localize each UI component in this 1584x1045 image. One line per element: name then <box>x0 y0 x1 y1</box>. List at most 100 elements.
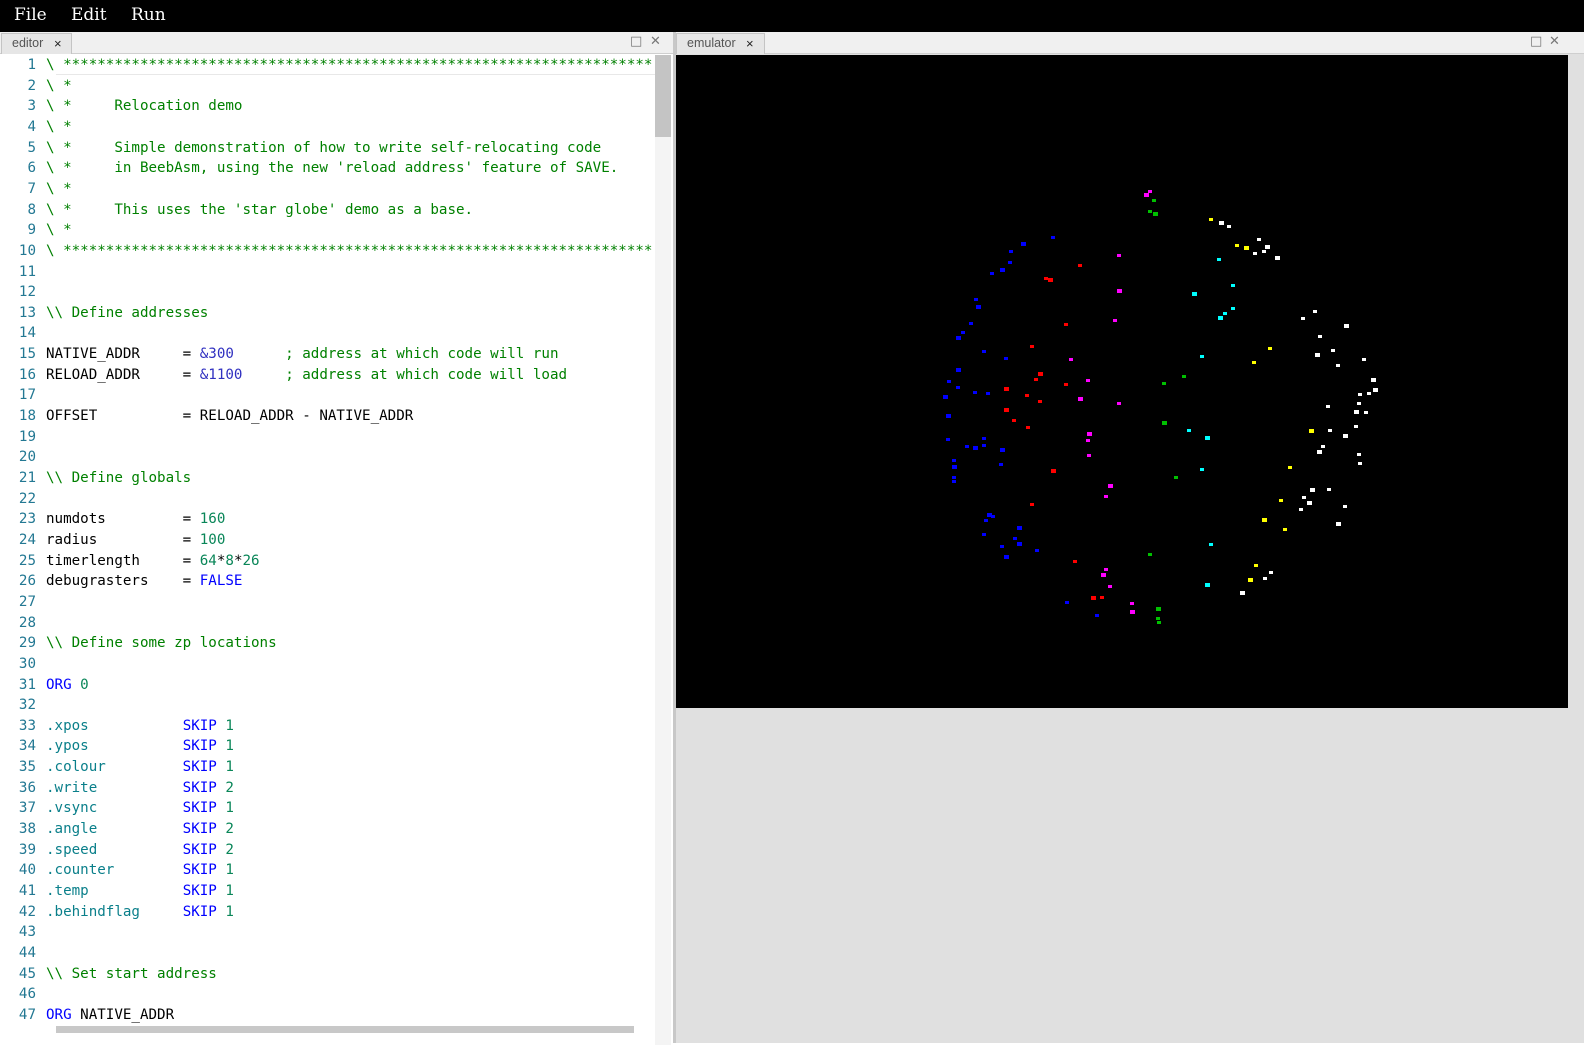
code-line[interactable]: 23 numdots = 160 <box>0 509 655 529</box>
code-line[interactable]: 12 <box>0 282 655 302</box>
star-dot <box>956 336 961 340</box>
star-dot <box>952 465 957 469</box>
code-line[interactable]: 45 \\ Set start address <box>0 964 655 984</box>
pane-close-icon[interactable]: ✕ <box>1549 34 1560 49</box>
code-line[interactable]: 9 \ * <box>0 220 655 240</box>
code-line[interactable]: 8 \ * This uses the 'star globe' demo as … <box>0 200 655 220</box>
pane-close-icon[interactable]: ✕ <box>650 34 661 49</box>
code-line[interactable]: 26 debugrasters = FALSE <box>0 571 655 591</box>
star-dot <box>1148 190 1152 193</box>
maximize-icon[interactable]: □ <box>1530 34 1542 49</box>
code-line[interactable]: 10 \ ************************************… <box>0 241 655 261</box>
code-line[interactable]: 42 .behindflag SKIP 1 <box>0 902 655 922</box>
code-line[interactable]: 20 <box>0 447 655 467</box>
code-line[interactable]: 44 <box>0 943 655 963</box>
star-dot <box>1026 426 1030 429</box>
star-dot <box>1299 508 1303 511</box>
code-line[interactable]: 3 \ * Relocation demo <box>0 96 655 116</box>
close-icon[interactable]: × <box>746 34 754 53</box>
star-dot <box>1078 397 1083 401</box>
vertical-scrollbar[interactable] <box>655 55 671 1045</box>
code-line[interactable]: 2 \ * <box>0 76 655 96</box>
editor-tab-bar: editor × □ ✕ <box>0 32 673 54</box>
code-line[interactable]: 24 radius = 100 <box>0 530 655 550</box>
star-dot <box>1254 564 1258 567</box>
close-icon[interactable]: × <box>54 34 62 53</box>
code-line[interactable]: 1 \ *************************************… <box>0 55 655 75</box>
star-dot <box>1354 410 1359 414</box>
tab-editor[interactable]: editor × <box>1 33 72 54</box>
tab-emulator[interactable]: emulator × <box>676 33 765 54</box>
star-dot <box>1317 450 1322 454</box>
code-line[interactable]: 33 .xpos SKIP 1 <box>0 716 655 736</box>
star-dot <box>1038 400 1042 403</box>
code-line[interactable]: 38 .angle SKIP 2 <box>0 819 655 839</box>
code-line[interactable]: 18 OFFSET = RELOAD_ADDR - NATIVE_ADDR <box>0 406 655 426</box>
line-number: 10 <box>18 242 36 259</box>
code-line[interactable]: 40 .counter SKIP 1 <box>0 860 655 880</box>
star-dot <box>1104 568 1108 571</box>
code-line[interactable]: 4 \ * <box>0 117 655 137</box>
maximize-icon[interactable]: □ <box>630 34 642 49</box>
line-number: 37 <box>18 800 36 817</box>
code-token: .temp <box>46 883 89 899</box>
code-line[interactable]: 19 <box>0 427 655 447</box>
code-token: \ * <box>46 222 72 239</box>
horizontal-scrollbar-thumb[interactable] <box>56 1026 634 1033</box>
line-number: 5 <box>27 139 36 156</box>
code-line[interactable]: 17 <box>0 385 655 405</box>
code-token: radius = <box>46 531 200 548</box>
code-token: \ **************************************… <box>46 57 653 73</box>
code-line[interactable]: 34 .ypos SKIP 1 <box>0 736 655 756</box>
vertical-scrollbar-thumb[interactable] <box>655 55 671 137</box>
code-line[interactable]: 43 <box>0 922 655 942</box>
menu-file[interactable]: File <box>14 5 47 25</box>
code-line[interactable]: 37 .vsync SKIP 1 <box>0 798 655 818</box>
code-line[interactable]: 13 \\ Define addresses <box>0 303 655 323</box>
menu-run[interactable]: Run <box>131 5 166 25</box>
code-token: 2 <box>225 821 234 838</box>
code-line[interactable]: 7 \ * <box>0 179 655 199</box>
star-dot <box>991 515 995 518</box>
star-dot <box>1000 545 1004 548</box>
code-line[interactable]: 31 ORG 0 <box>0 675 655 695</box>
code-line[interactable]: 15 NATIVE_ADDR = &300 ; address at which … <box>0 344 655 364</box>
code-line[interactable]: 5 \ * Simple demonstration of how to writ… <box>0 138 655 158</box>
star-dot <box>1279 499 1283 502</box>
code-line[interactable]: 29 \\ Define some zp locations <box>0 633 655 653</box>
code-line[interactable]: 32 <box>0 695 655 715</box>
line-number: 1 <box>27 57 36 73</box>
star-dot <box>1162 421 1167 425</box>
star-dot <box>1000 448 1005 452</box>
star-dot <box>1310 488 1315 492</box>
star-dot <box>1209 543 1213 546</box>
code-token: SKIP <box>182 800 217 817</box>
code-line[interactable]: 39 .speed SKIP 2 <box>0 840 655 860</box>
star-dot <box>1108 585 1112 588</box>
code-token: ORG <box>46 676 72 693</box>
code-line[interactable]: 46 <box>0 984 655 1004</box>
code-line[interactable]: 21 \\ Define globals <box>0 468 655 488</box>
code-line[interactable]: 28 <box>0 613 655 633</box>
code-line[interactable]: 27 <box>0 592 655 612</box>
code-token: 1 <box>225 759 234 776</box>
code-line[interactable]: 25 timerlength = 64*8*26 <box>0 551 655 571</box>
code-line[interactable]: 14 <box>0 323 655 343</box>
menu-edit[interactable]: Edit <box>71 5 107 25</box>
code-line[interactable]: 6 \ * in BeebAsm, using the new 'reload a… <box>0 158 655 178</box>
code-line[interactable]: 30 <box>0 654 655 674</box>
code-token: 160 <box>199 511 226 528</box>
code-line[interactable]: 36 .write SKIP 2 <box>0 778 655 798</box>
code-line[interactable]: 41 .temp SKIP 1 <box>0 881 655 901</box>
emulator-screen[interactable] <box>676 55 1568 708</box>
code-line[interactable]: 47 ORG NATIVE_ADDR <box>0 1005 655 1025</box>
code-line[interactable]: 22 <box>0 489 655 509</box>
code-line[interactable]: 11 <box>0 262 655 282</box>
star-dot <box>1336 364 1340 367</box>
code-line[interactable]: 16 RELOAD_ADDR = &1100 ; address at which… <box>0 365 655 385</box>
code-editor[interactable]: 1 \ *************************************… <box>0 55 655 1035</box>
code-token: .angle <box>46 821 98 838</box>
code-line[interactable]: 35 .colour SKIP 1 <box>0 757 655 777</box>
